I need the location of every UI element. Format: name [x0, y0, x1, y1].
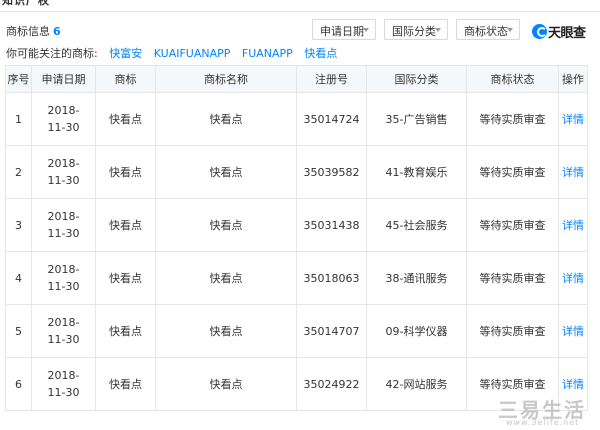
filter-international-class[interactable]: 国际分类 — [384, 19, 448, 40]
caret-down-icon — [363, 28, 369, 32]
cell-status: 等待实质审查 — [466, 145, 559, 199]
logo-text: 天眼查 — [548, 25, 586, 41]
suggest-link-kuaifuan[interactable]: 快富安 — [109, 47, 142, 60]
cell-date: 2018-11-30 — [31, 198, 96, 252]
cell-class: 09-科学仪器 — [366, 304, 467, 358]
caret-down-icon — [435, 28, 441, 32]
cell-index: 5 — [5, 304, 32, 358]
cell-class: 45-社会服务 — [366, 198, 467, 252]
cell-date: 2018-11-30 — [31, 145, 96, 199]
table-row: 5 2018-11-30 快看点 快看点 35014707 09-科学仪器 等待… — [5, 304, 588, 358]
suggest-link-kuaikandian[interactable]: 快看点 — [304, 47, 337, 60]
cell-mark: 快看点 — [95, 357, 156, 411]
filter-label: 国际分类 — [392, 25, 436, 38]
cell-name: 快看点 — [155, 92, 297, 146]
cell-reg-no: 35024922 — [296, 357, 367, 411]
cell-index: 6 — [5, 357, 32, 411]
col-header-reg-no: 注册号 — [296, 65, 367, 93]
cell-mark: 快看点 — [95, 304, 156, 358]
cell-reg-no: 35014707 — [296, 304, 367, 358]
suggested-trademarks: 你可能关注的商标: 快富安 KUAIFUANAPP FUANAPP 快看点 — [6, 45, 337, 61]
detail-link[interactable]: 详情 — [562, 166, 584, 179]
cell-name: 快看点 — [155, 145, 297, 199]
trademark-table: 序号 申请日期 商标 商标名称 注册号 国际分类 商标状态 操作 1 2018-… — [5, 65, 588, 411]
cell-status: 等待实质审查 — [466, 198, 559, 252]
cell-class: 38-通讯服务 — [366, 251, 467, 305]
section-title: 商标信息 6 — [6, 23, 61, 39]
cell-index: 2 — [5, 145, 32, 199]
tianyancha-logo: 天眼查 — [532, 22, 586, 41]
tianyancha-logo-icon — [532, 23, 547, 39]
site-watermark: 三易生活 www.3elife.net — [498, 394, 600, 430]
caret-down-icon — [507, 28, 513, 32]
top-tab-strip: 知识产权 — [0, 0, 600, 12]
watermark-url: www.3elife.net — [506, 418, 580, 427]
cell-reg-no: 35018063 — [296, 251, 367, 305]
cell-class: 42-网站服务 — [366, 357, 467, 411]
detail-link[interactable]: 详情 — [562, 219, 584, 232]
detail-link[interactable]: 详情 — [562, 272, 584, 285]
col-header-index: 序号 — [5, 65, 32, 93]
suggest-link-fuanapp[interactable]: FUANAPP — [242, 47, 293, 60]
section-title-text: 商标信息 — [6, 25, 50, 38]
filter-label: 商标状态 — [464, 25, 508, 38]
col-header-date: 申请日期 — [31, 65, 96, 93]
cell-class: 41-教育娱乐 — [366, 145, 467, 199]
suggest-link-kuaifuanapp[interactable]: KUAIFUANAPP — [154, 47, 231, 60]
cell-index: 1 — [5, 92, 32, 146]
cell-action: 详情 — [558, 251, 588, 305]
cell-name: 快看点 — [155, 198, 297, 252]
cell-action: 详情 — [558, 145, 588, 199]
detail-link[interactable]: 详情 — [562, 325, 584, 338]
cell-date: 2018-11-30 — [31, 304, 96, 358]
cell-name: 快看点 — [155, 304, 297, 358]
table-row: 1 2018-11-30 快看点 快看点 35014724 35-广告销售 等待… — [5, 92, 588, 146]
cell-date: 2018-11-30 — [31, 92, 96, 146]
col-header-mark: 商标 — [95, 65, 156, 93]
filter-application-date[interactable]: 申请日期 — [312, 19, 376, 40]
cell-reg-no: 35014724 — [296, 92, 367, 146]
cell-class: 35-广告销售 — [366, 92, 467, 146]
cell-mark: 快看点 — [95, 198, 156, 252]
cell-reg-no: 35039582 — [296, 145, 367, 199]
top-tab-label[interactable]: 知识产权 — [2, 0, 50, 8]
table-row: 4 2018-11-30 快看点 快看点 35018063 38-通讯服务 等待… — [5, 251, 588, 305]
cell-mark: 快看点 — [95, 92, 156, 146]
cell-mark: 快看点 — [95, 251, 156, 305]
cell-action: 详情 — [558, 198, 588, 252]
cell-mark: 快看点 — [95, 145, 156, 199]
filter-trademark-status[interactable]: 商标状态 — [456, 19, 520, 40]
col-header-status: 商标状态 — [466, 65, 559, 93]
detail-link[interactable]: 详情 — [562, 113, 584, 126]
filter-label: 申请日期 — [320, 25, 364, 38]
cell-name: 快看点 — [155, 251, 297, 305]
cell-reg-no: 35031438 — [296, 198, 367, 252]
table-row: 2 2018-11-30 快看点 快看点 35039582 41-教育娱乐 等待… — [5, 145, 588, 199]
cell-index: 3 — [5, 198, 32, 252]
cell-action: 详情 — [558, 304, 588, 358]
cell-name: 快看点 — [155, 357, 297, 411]
cell-status: 等待实质审查 — [466, 251, 559, 305]
section-header: 商标信息 6 申请日期 国际分类 商标状态 天眼查 — [0, 16, 600, 42]
col-header-class: 国际分类 — [366, 65, 467, 93]
cell-date: 2018-11-30 — [31, 357, 96, 411]
table-header-row: 序号 申请日期 商标 商标名称 注册号 国际分类 商标状态 操作 — [5, 65, 588, 93]
cell-date: 2018-11-30 — [31, 251, 96, 305]
suggest-prefix: 你可能关注的商标: — [6, 47, 98, 60]
cell-action: 详情 — [558, 92, 588, 146]
col-header-action: 操作 — [558, 65, 588, 93]
cell-status: 等待实质审查 — [466, 304, 559, 358]
table-row: 3 2018-11-30 快看点 快看点 35031438 45-社会服务 等待… — [5, 198, 588, 252]
cell-index: 4 — [5, 251, 32, 305]
col-header-name: 商标名称 — [155, 65, 297, 93]
detail-link[interactable]: 详情 — [562, 378, 584, 391]
section-count: 6 — [53, 25, 61, 38]
cell-status: 等待实质审查 — [466, 92, 559, 146]
